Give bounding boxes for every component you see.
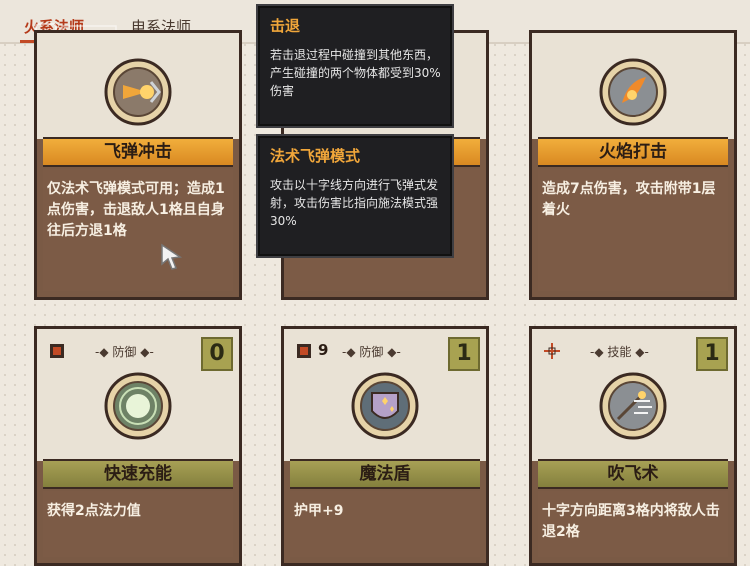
mana-cost: 0 — [201, 337, 233, 371]
skill-card-missile-impact[interactable]: 飞弹冲击 仅法术飞弹模式可用；造成1点伤害，击退敌人1格且自身往后方退1格 — [34, 30, 242, 300]
fire-missile-icon — [104, 58, 172, 126]
magic-shield-icon — [351, 372, 419, 440]
card-description: 护甲+9 — [294, 503, 344, 519]
mouse-cursor-icon — [161, 243, 183, 270]
card-title: 快速充能 — [104, 464, 172, 484]
tooltip-missile-mode: 法术飞弹模式 攻击以十字线方向进行飞弹式发射，攻击伤害比指向施法模式强30% — [256, 134, 454, 258]
card-title: 魔法盾 — [359, 464, 411, 484]
card-type-label: 防御 — [359, 345, 384, 359]
wind-blow-icon — [599, 372, 667, 440]
flame-strike-icon — [599, 58, 667, 126]
crosshair-range-icon — [544, 343, 560, 359]
card-title: 吹飞术 — [607, 464, 659, 484]
card-description: 十字方向距离3格内将敌人击退2格 — [542, 503, 720, 540]
energy-orb-icon — [104, 372, 172, 440]
card-description: 仅法术飞弹模式可用；造成1点伤害，击退敌人1格且自身往后方退1格 — [47, 181, 225, 239]
skill-card-quick-charge[interactable]: -◆ 防御 ◆- 0 快速充能 获得2点法力值 — [34, 326, 242, 566]
mana-cost: 1 — [696, 337, 728, 371]
armor-value: 9 — [318, 341, 329, 359]
defense-type-icon — [50, 344, 64, 358]
card-description: 造成7点伤害，攻击附带1层着火 — [542, 181, 716, 218]
card-type-label: 技能 — [607, 345, 632, 359]
card-title: 火焰打击 — [599, 142, 667, 162]
card-title: 飞弹冲击 — [104, 142, 172, 162]
tooltip-knockback: 击退 若击退过程中碰撞到其他东西，产生碰撞的两个物体都受到30%伤害 — [256, 4, 454, 128]
tooltip-title: 法术飞弹模式 — [270, 147, 361, 165]
skill-card-wind-blow[interactable]: -◆ 技能 ◆- 1 吹飞术 十字方向距离3格内将敌人击退2格 — [529, 326, 737, 566]
card-description: 获得2点法力值 — [47, 503, 141, 519]
armor-stat-icon — [297, 344, 311, 358]
skill-card-flame-strike[interactable]: 火焰打击 造成7点伤害，攻击附带1层着火 — [529, 30, 737, 300]
tooltip-body: 若击退过程中碰撞到其他东西，产生碰撞的两个物体都受到30%伤害 — [270, 48, 441, 98]
tooltip-body: 攻击以十字线方向进行飞弹式发射，攻击伤害比指向施法模式强30% — [270, 178, 439, 228]
mana-cost: 1 — [448, 337, 480, 371]
card-type-label: 防御 — [112, 345, 137, 359]
tooltip-title: 击退 — [270, 17, 301, 35]
skill-card-magic-shield[interactable]: 9 -◆ 防御 ◆- 1 魔法盾 护甲+9 — [281, 326, 489, 566]
